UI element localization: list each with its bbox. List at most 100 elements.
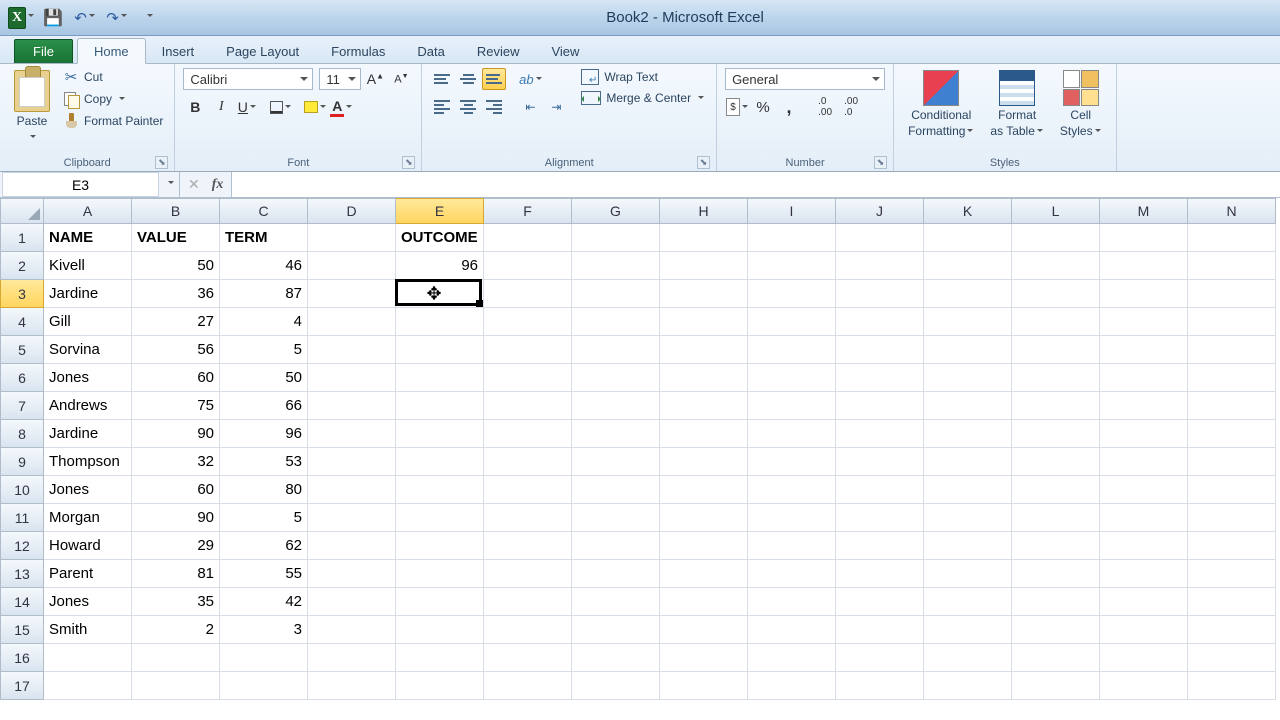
cell-N4[interactable] <box>1188 308 1276 336</box>
cell-L17[interactable] <box>1012 672 1100 700</box>
cell-L8[interactable] <box>1012 420 1100 448</box>
cell-J4[interactable] <box>836 308 924 336</box>
cell-I10[interactable] <box>748 476 836 504</box>
cell-A5[interactable]: Sorvina <box>44 336 132 364</box>
column-header-D[interactable]: D <box>308 198 396 224</box>
tab-review[interactable]: Review <box>461 39 536 63</box>
cell-E1[interactable]: OUTCOME <box>396 224 484 252</box>
cell-G16[interactable] <box>572 644 660 672</box>
cell-D17[interactable] <box>308 672 396 700</box>
cell-F14[interactable] <box>484 588 572 616</box>
select-all-corner[interactable] <box>0 198 44 224</box>
cell-A13[interactable]: Parent <box>44 560 132 588</box>
cell-N16[interactable] <box>1188 644 1276 672</box>
paste-button[interactable]: Paste <box>8 68 56 146</box>
cell-E13[interactable] <box>396 560 484 588</box>
row-header-4[interactable]: 4 <box>0 308 44 336</box>
format-as-table-button[interactable]: Format as Table <box>984 68 1049 140</box>
cell-F15[interactable] <box>484 616 572 644</box>
cell-A15[interactable]: Smith <box>44 616 132 644</box>
name-box-value[interactable]: E3 <box>2 172 159 197</box>
cell-F12[interactable] <box>484 532 572 560</box>
cell-H17[interactable] <box>660 672 748 700</box>
cell-L6[interactable] <box>1012 364 1100 392</box>
cell-H7[interactable] <box>660 392 748 420</box>
cell-E17[interactable] <box>396 672 484 700</box>
cell-M1[interactable] <box>1100 224 1188 252</box>
cell-J10[interactable] <box>836 476 924 504</box>
cell-D9[interactable] <box>308 448 396 476</box>
cell-I14[interactable] <box>748 588 836 616</box>
cell-N7[interactable] <box>1188 392 1276 420</box>
cell-J17[interactable] <box>836 672 924 700</box>
cell-F8[interactable] <box>484 420 572 448</box>
cell-H1[interactable] <box>660 224 748 252</box>
cell-N1[interactable] <box>1188 224 1276 252</box>
cell-L7[interactable] <box>1012 392 1100 420</box>
cell-L5[interactable] <box>1012 336 1100 364</box>
cell-E8[interactable] <box>396 420 484 448</box>
bold-button[interactable]: B <box>183 96 207 118</box>
cell-J14[interactable] <box>836 588 924 616</box>
cell-E16[interactable] <box>396 644 484 672</box>
cell-B13[interactable]: 81 <box>132 560 220 588</box>
cell-H4[interactable] <box>660 308 748 336</box>
cell-M4[interactable] <box>1100 308 1188 336</box>
cell-D8[interactable] <box>308 420 396 448</box>
cell-A2[interactable]: Kivell <box>44 252 132 280</box>
cell-H3[interactable] <box>660 280 748 308</box>
cell-C14[interactable]: 42 <box>220 588 308 616</box>
cell-A8[interactable]: Jardine <box>44 420 132 448</box>
cell-A7[interactable]: Andrews <box>44 392 132 420</box>
cell-I4[interactable] <box>748 308 836 336</box>
cell-A12[interactable]: Howard <box>44 532 132 560</box>
cell-J8[interactable] <box>836 420 924 448</box>
cell-K16[interactable] <box>924 644 1012 672</box>
cell-D1[interactable] <box>308 224 396 252</box>
cell-C16[interactable] <box>220 644 308 672</box>
cell-M8[interactable] <box>1100 420 1188 448</box>
column-header-F[interactable]: F <box>484 198 572 224</box>
cell-H10[interactable] <box>660 476 748 504</box>
decrease-font-button[interactable]: A▼ <box>389 68 413 90</box>
cell-H14[interactable] <box>660 588 748 616</box>
cell-styles-button[interactable]: Cell Styles <box>1054 68 1108 140</box>
cell-N2[interactable] <box>1188 252 1276 280</box>
cell-D13[interactable] <box>308 560 396 588</box>
cell-J6[interactable] <box>836 364 924 392</box>
cell-E2[interactable]: 96 <box>396 252 484 280</box>
cell-F9[interactable] <box>484 448 572 476</box>
cell-L4[interactable] <box>1012 308 1100 336</box>
row-header-17[interactable]: 17 <box>0 672 44 700</box>
cell-I3[interactable] <box>748 280 836 308</box>
cell-H9[interactable] <box>660 448 748 476</box>
cell-C8[interactable]: 96 <box>220 420 308 448</box>
tab-home[interactable]: Home <box>77 38 146 64</box>
cell-J15[interactable] <box>836 616 924 644</box>
cell-H12[interactable] <box>660 532 748 560</box>
cell-G1[interactable] <box>572 224 660 252</box>
cell-N9[interactable] <box>1188 448 1276 476</box>
column-header-H[interactable]: H <box>660 198 748 224</box>
cell-K1[interactable] <box>924 224 1012 252</box>
row-header-7[interactable]: 7 <box>0 392 44 420</box>
fx-icon[interactable]: fx <box>212 177 224 193</box>
cell-C7[interactable]: 66 <box>220 392 308 420</box>
cell-G2[interactable] <box>572 252 660 280</box>
cell-G17[interactable] <box>572 672 660 700</box>
decrease-indent-button[interactable]: ⇤ <box>518 96 542 118</box>
cell-G9[interactable] <box>572 448 660 476</box>
row-header-12[interactable]: 12 <box>0 532 44 560</box>
cell-N12[interactable] <box>1188 532 1276 560</box>
cell-I1[interactable] <box>748 224 836 252</box>
cell-E6[interactable] <box>396 364 484 392</box>
tab-view[interactable]: View <box>535 39 595 63</box>
cell-N3[interactable] <box>1188 280 1276 308</box>
fill-color-button[interactable] <box>303 96 327 118</box>
cell-E10[interactable] <box>396 476 484 504</box>
cell-E12[interactable] <box>396 532 484 560</box>
cell-L3[interactable] <box>1012 280 1100 308</box>
cell-E15[interactable] <box>396 616 484 644</box>
cell-B4[interactable]: 27 <box>132 308 220 336</box>
row-header-2[interactable]: 2 <box>0 252 44 280</box>
